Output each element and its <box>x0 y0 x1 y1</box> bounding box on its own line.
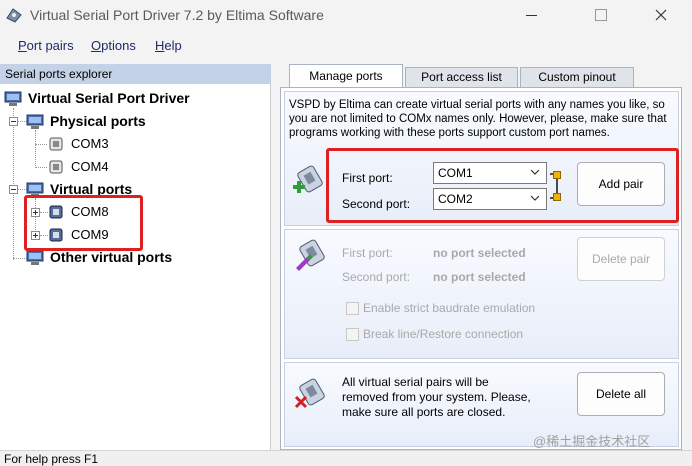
edit-port-icon <box>296 239 325 271</box>
computer-icon <box>26 114 44 129</box>
tree-line <box>35 130 36 168</box>
manage-ports-panel: VSPD by Eltima can create virtual serial… <box>280 87 682 450</box>
add-port-icon <box>293 165 323 193</box>
window-title: Virtual Serial Port Driver 7.2 by Eltima… <box>30 7 324 23</box>
minimize-button[interactable] <box>508 0 554 30</box>
tab-manage-ports[interactable]: Manage ports <box>289 64 403 88</box>
highlight-virtual-ports <box>24 195 143 251</box>
strict-baudrate-checkbox[interactable] <box>346 302 359 315</box>
tab-custom-pinout[interactable]: Custom pinout <box>520 67 634 87</box>
app-logo-icon <box>6 8 22 23</box>
collapse-toggle[interactable] <box>9 117 18 126</box>
tree-line <box>13 258 27 259</box>
explorer-header: Serial ports explorer <box>0 64 271 84</box>
computer-icon <box>4 91 22 106</box>
tree-line <box>35 144 47 145</box>
maximize-button[interactable] <box>577 0 623 30</box>
collapse-toggle[interactable] <box>9 185 18 194</box>
delete-all-text: All virtual serial pairs will be removed… <box>342 375 531 419</box>
second-port-value: no port selected <box>433 270 526 284</box>
menu-port-pairs[interactable]: Port pairs <box>18 38 74 53</box>
serial-port-icon <box>49 160 63 174</box>
break-line-checkbox[interactable] <box>346 328 359 341</box>
title-bar: Virtual Serial Port Driver 7.2 by Eltima… <box>0 0 692 30</box>
tree-line <box>13 108 14 260</box>
computer-icon <box>26 250 44 265</box>
delete-pair-section: First port: Second port: no port selecte… <box>284 229 679 359</box>
watermark: @稀土掘金技术社区 <box>533 434 651 449</box>
delete-pair-button[interactable]: Delete pair <box>577 237 665 281</box>
first-port-value: no port selected <box>433 246 526 260</box>
highlight-add-pair <box>326 148 679 223</box>
delete-all-button[interactable]: Delete all <box>577 372 665 416</box>
tree-line <box>35 167 47 168</box>
close-button[interactable] <box>638 0 684 30</box>
ports-tree: Virtual Serial Port Driver Physical port… <box>0 84 271 450</box>
tab-port-access-list[interactable]: Port access list <box>405 67 518 87</box>
close-icon <box>655 9 667 21</box>
description-text: VSPD by Eltima can create virtual serial… <box>289 99 667 139</box>
menu-help[interactable]: Help <box>155 38 182 53</box>
menu-bar: Port pairs Options Help <box>0 30 692 60</box>
status-bar: For help press F1 <box>0 450 692 466</box>
serial-port-icon <box>49 137 63 151</box>
menu-options[interactable]: Options <box>91 38 136 53</box>
delete-port-icon <box>294 378 325 409</box>
